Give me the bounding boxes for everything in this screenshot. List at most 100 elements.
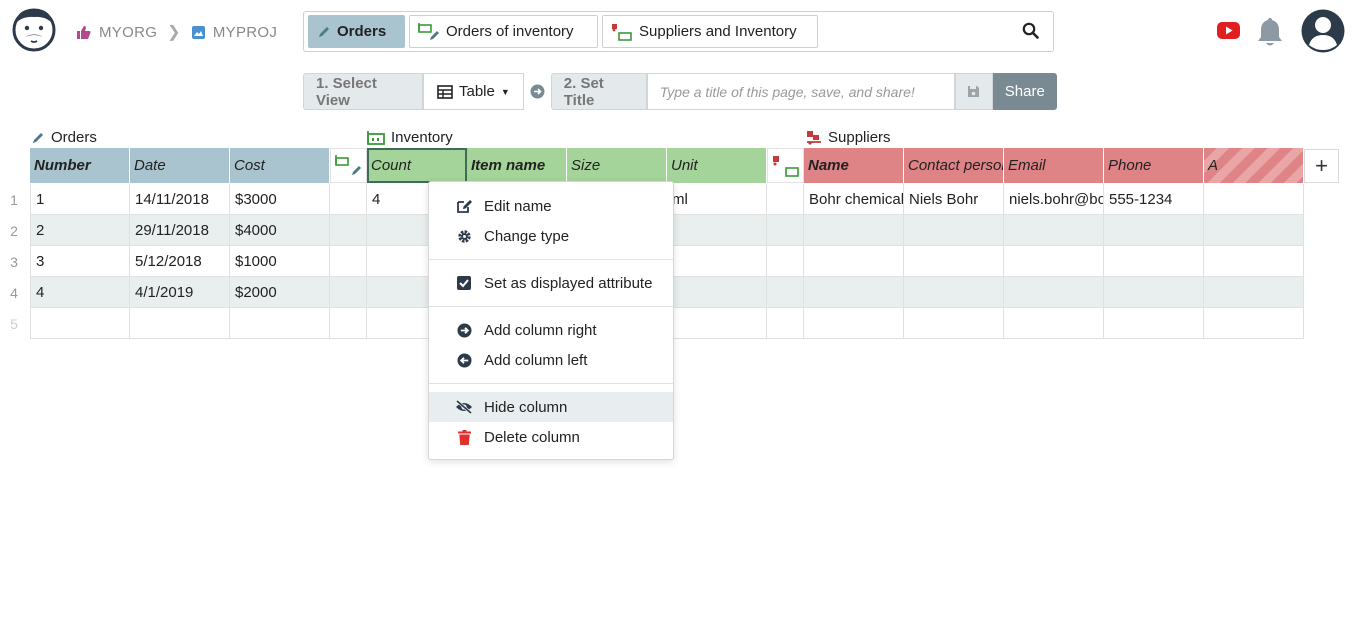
cell-date[interactable] — [130, 308, 230, 339]
cell-phone[interactable] — [1104, 277, 1204, 308]
menu-delete-column[interactable]: Delete column — [429, 422, 673, 452]
cell-ref-suppliers[interactable] — [767, 246, 804, 277]
eye-slash-icon — [454, 400, 474, 414]
cell-contact-person[interactable] — [904, 246, 1004, 277]
cell-cost[interactable]: $4000 — [230, 215, 330, 246]
column-header-phone[interactable]: Phone — [1104, 148, 1204, 183]
cell-name[interactable] — [804, 246, 904, 277]
group-suppliers-label: Suppliers — [828, 129, 891, 146]
youtube-icon[interactable] — [1217, 22, 1240, 44]
share-button[interactable]: Share — [992, 73, 1057, 110]
cell-unit[interactable] — [667, 308, 767, 339]
group-suppliers: Suppliers — [806, 129, 891, 146]
cell-email[interactable]: niels.bohr@bohr.com — [1004, 184, 1104, 215]
page-title-input[interactable]: Type a title of this page, save, and sha… — [646, 73, 955, 110]
cell-name[interactable] — [804, 277, 904, 308]
column-header-email[interactable]: Email — [1004, 148, 1104, 183]
tab-orders-of-inventory[interactable]: Orders of inventory — [409, 15, 598, 48]
breadcrumb-org[interactable]: MYORG — [76, 24, 157, 41]
caret-down-icon: ▼ — [500, 86, 510, 97]
pencil-icon — [33, 132, 43, 143]
cell-ref-suppliers[interactable] — [767, 277, 804, 308]
cell-unit[interactable] — [667, 277, 767, 308]
cell-ref-suppliers[interactable] — [767, 308, 804, 339]
column-header-count[interactable]: Count — [367, 148, 467, 183]
tab-suppliers-and-inventory[interactable]: Suppliers and Inventory — [602, 15, 818, 48]
save-icon — [968, 86, 980, 97]
column-header-cost[interactable]: Cost — [230, 148, 330, 183]
column-header-size[interactable]: Size — [567, 148, 667, 183]
column-header-ref-inventory[interactable] — [330, 148, 367, 183]
user-avatar-icon[interactable] — [1300, 8, 1346, 59]
cell-email[interactable] — [1004, 308, 1104, 339]
cell-ref-inventory[interactable] — [330, 215, 367, 246]
cell-cost[interactable]: $3000 — [230, 184, 330, 215]
column-header-a[interactable]: A — [1204, 148, 1304, 183]
cell-number[interactable]: 4 — [30, 277, 130, 308]
cell-phone[interactable] — [1104, 246, 1204, 277]
cell-contact-person[interactable] — [904, 277, 1004, 308]
cell-name[interactable]: Bohr chemicals — [804, 184, 904, 215]
cell-contact-person[interactable] — [904, 308, 1004, 339]
cell-a[interactable] — [1204, 277, 1304, 308]
row-number: 2 — [10, 222, 18, 239]
bell-icon[interactable] — [1256, 16, 1284, 53]
cell-a[interactable] — [1204, 246, 1304, 277]
view-type-dropdown[interactable]: Table ▼ — [423, 73, 524, 110]
cell-phone[interactable] — [1104, 308, 1204, 339]
cell-ref-inventory[interactable] — [330, 308, 367, 339]
group-orders: Orders — [31, 129, 97, 146]
cell-date[interactable]: 14/11/2018 — [130, 184, 230, 215]
cell-cost[interactable]: $1000 — [230, 246, 330, 277]
menu-add-column-left[interactable]: Add column left — [429, 345, 673, 375]
cell-ref-inventory[interactable] — [330, 184, 367, 215]
cell-phone[interactable] — [1104, 215, 1204, 246]
cell-ref-suppliers[interactable] — [767, 215, 804, 246]
add-column-button[interactable]: + — [1304, 149, 1339, 183]
cell-number[interactable]: 2 — [30, 215, 130, 246]
cell-unit[interactable] — [667, 215, 767, 246]
cell-a[interactable] — [1204, 215, 1304, 246]
tab-orders[interactable]: Orders — [308, 15, 405, 48]
cell-phone[interactable]: 555-1234 — [1104, 184, 1204, 215]
cell-number[interactable] — [30, 308, 130, 339]
cell-name[interactable] — [804, 215, 904, 246]
cell-unit[interactable] — [667, 246, 767, 277]
menu-hide-column[interactable]: Hide column — [429, 392, 673, 422]
column-header-ref-suppliers[interactable] — [767, 148, 804, 183]
cell-a[interactable] — [1204, 184, 1304, 215]
save-button[interactable] — [954, 73, 993, 110]
cell-ref-inventory[interactable] — [330, 246, 367, 277]
cell-a[interactable] — [1204, 308, 1304, 339]
column-header-item-name[interactable]: Item name — [467, 148, 567, 183]
search-icon[interactable] — [1022, 22, 1039, 44]
column-header-contact-person[interactable]: Contact person — [904, 148, 1004, 183]
cell-number[interactable]: 3 — [30, 246, 130, 277]
cell-unit[interactable]: ml — [667, 184, 767, 215]
edit-icon — [454, 198, 474, 214]
menu-change-type[interactable]: Change type — [429, 221, 673, 251]
column-header-number[interactable]: Number — [30, 148, 130, 183]
cell-date[interactable]: 4/1/2019 — [130, 277, 230, 308]
cell-cost[interactable]: $2000 — [230, 277, 330, 308]
cell-ref-inventory[interactable] — [330, 277, 367, 308]
column-header-date[interactable]: Date — [130, 148, 230, 183]
cell-date[interactable]: 29/11/2018 — [130, 215, 230, 246]
cell-email[interactable] — [1004, 215, 1104, 246]
column-header-unit[interactable]: Unit — [667, 148, 767, 183]
column-header-name[interactable]: Name — [804, 148, 904, 183]
menu-edit-name[interactable]: Edit name — [429, 191, 673, 221]
cell-contact-person[interactable] — [904, 215, 1004, 246]
cell-email[interactable] — [1004, 246, 1104, 277]
cell-name[interactable] — [804, 308, 904, 339]
cell-date[interactable]: 5/12/2018 — [130, 246, 230, 277]
cell-ref-suppliers[interactable] — [767, 184, 804, 215]
app-logo[interactable] — [10, 4, 58, 52]
breadcrumb-project[interactable]: MYPROJ — [191, 24, 277, 41]
cell-number[interactable]: 1 — [30, 184, 130, 215]
cell-cost[interactable] — [230, 308, 330, 339]
cell-contact-person[interactable]: Niels Bohr — [904, 184, 1004, 215]
menu-add-column-right[interactable]: Add column right — [429, 315, 673, 345]
menu-set-displayed-attribute[interactable]: Set as displayed attribute — [429, 268, 673, 298]
cell-email[interactable] — [1004, 277, 1104, 308]
